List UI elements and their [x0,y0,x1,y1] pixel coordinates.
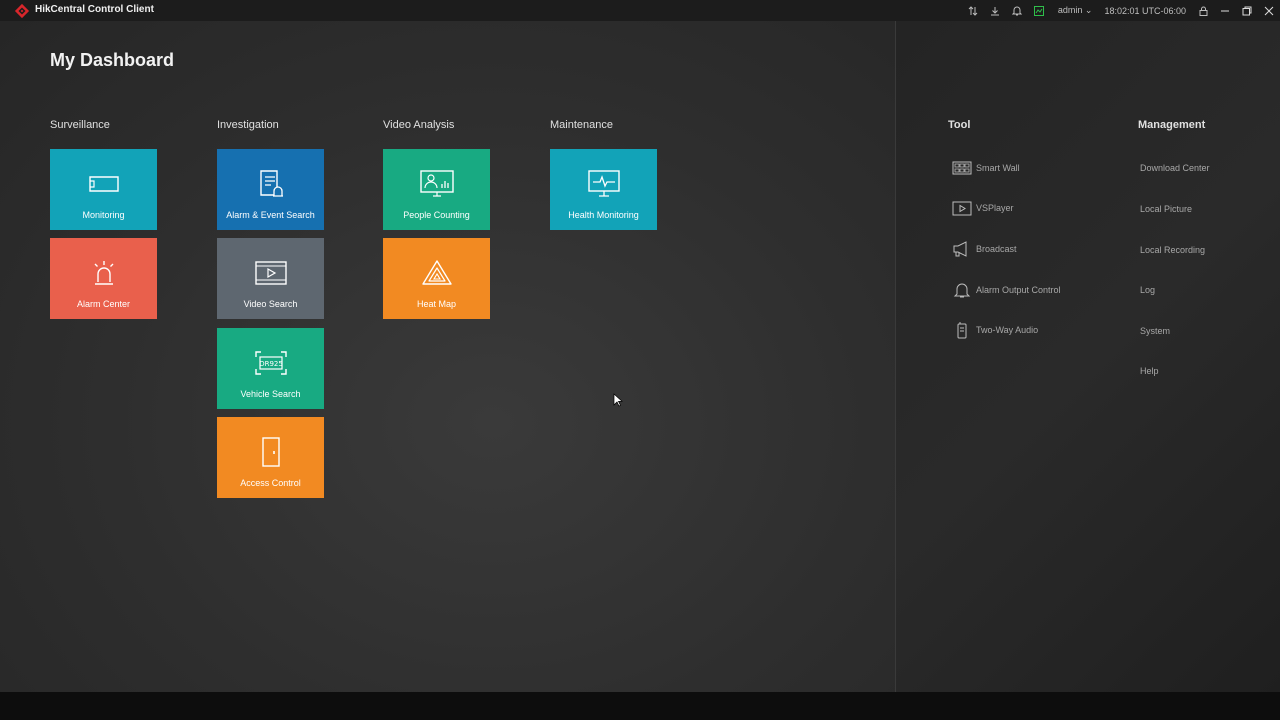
license-plate-icon: DR925 [254,351,287,375]
clock: 18:02:01 UTC-06:00 [1104,5,1186,16]
video-play-icon [254,261,287,285]
category-maintenance: Maintenance [550,119,613,131]
tool-label: Alarm Output Control [976,285,1061,295]
door-icon [261,437,280,467]
tile-alarm-center[interactable]: Alarm Center [50,238,157,319]
heat-map-icon [421,260,452,285]
restore-icon[interactable] [1236,0,1258,21]
walkie-talkie-icon [951,321,973,339]
video-wall-icon [951,159,973,177]
category-video-analysis: Video Analysis [383,119,455,131]
app-title: HikCentral Control Client [35,4,154,15]
tile-heat-map[interactable]: Heat Map [383,238,490,319]
resource-status-icon[interactable] [1028,0,1050,21]
monitor-pulse-icon [587,170,620,197]
tile-label: Video Search [243,299,298,309]
tool-label: Broadcast [976,244,1017,254]
tile-label: Monitoring [82,210,125,220]
mgmt-help[interactable]: Help [1140,366,1159,376]
category-investigation: Investigation [217,119,279,131]
user-menu[interactable]: admin ⌄ [1050,5,1099,16]
document-bell-icon [259,170,283,197]
management-title: Management [1138,119,1206,131]
tool-title: Tool [948,119,971,131]
tool-label: Smart Wall [976,163,1020,173]
download-icon[interactable] [984,0,1006,21]
camera-icon [88,176,119,192]
tile-health-monitoring[interactable]: Health Monitoring [550,149,657,230]
player-icon [951,199,973,217]
mgmt-log[interactable]: Log [1140,285,1155,295]
tile-label: Alarm Center [76,299,130,309]
tile-people-counting[interactable]: People Counting [383,149,490,230]
mgmt-download-center[interactable]: Download Center [1140,163,1210,173]
tile-label: People Counting [403,210,470,220]
mgmt-system[interactable]: System [1140,326,1170,336]
tile-access-control[interactable]: Access Control [217,417,324,498]
tile-alarm-event-search[interactable]: Alarm & Event Search [217,149,324,230]
alarm-bell-icon [951,281,973,299]
mgmt-local-recording[interactable]: Local Recording [1140,245,1205,255]
tool-label: Two-Way Audio [976,325,1039,335]
siren-icon [94,261,113,285]
lock-icon[interactable] [1192,0,1214,21]
tile-label: Health Monitoring [568,210,639,220]
tool-alarm-output-control[interactable]: Alarm Output Control [951,280,1061,300]
minimize-icon[interactable] [1214,0,1236,21]
title-bar: HikCentral Control Client admin ⌄ 18:02:… [0,0,1280,22]
mouse-cursor-icon [613,393,623,407]
tool-two-way-audio[interactable]: Two-Way Audio [951,320,1038,340]
category-surveillance: Surveillance [50,119,110,131]
svg-text:DR925: DR925 [259,360,283,368]
tile-label: Alarm & Event Search [226,210,315,220]
tool-smart-wall[interactable]: Smart Wall [951,158,1020,178]
user-name: admin [1057,5,1083,15]
close-icon[interactable] [1258,0,1280,21]
tile-video-search[interactable]: Video Search [217,238,324,319]
tool-vsplayer[interactable]: VSPlayer [951,198,1014,218]
titlebar-controls: admin ⌄ 18:02:01 UTC-06:00 [962,0,1280,21]
bell-icon[interactable] [1006,0,1028,21]
people-chart-icon [419,170,454,197]
bottom-bar [0,692,1280,720]
mgmt-local-picture[interactable]: Local Picture [1140,204,1192,214]
tile-label: Vehicle Search [240,389,301,399]
page-title: My Dashboard [50,50,175,70]
hikvision-logo-icon [14,3,30,19]
tool-label: VSPlayer [976,203,1014,213]
tile-label: Access Control [240,478,301,488]
sort-arrows-icon[interactable] [962,0,984,21]
tile-monitoring[interactable]: Monitoring [50,149,157,230]
tile-vehicle-search[interactable]: DR925 Vehicle Search [217,328,324,409]
megaphone-icon [951,240,973,258]
tool-broadcast[interactable]: Broadcast [951,239,1017,259]
tile-label: Heat Map [416,299,457,309]
